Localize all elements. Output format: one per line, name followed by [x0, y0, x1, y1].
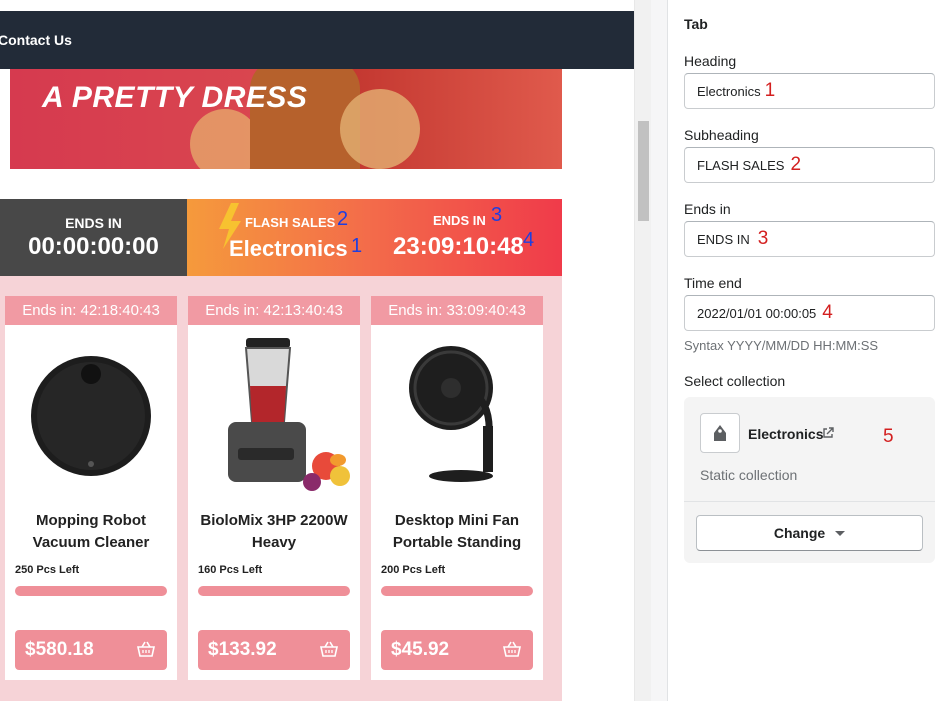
product-title: BioloMix 3HP 2200W Heavy — [200, 512, 348, 551]
settings-panel: Tab Heading Electronics 1 Subheading FLA… — [668, 0, 951, 701]
panel-title: Tab — [684, 16, 708, 32]
product-card[interactable]: Ends in: 42:13:40:43 BioloMix 3HP 2200W … — [188, 296, 360, 680]
tab-countdown: 00:00:00:00 — [28, 232, 159, 260]
ends-in-field[interactable]: ENDS IN 3 — [684, 221, 935, 257]
select-collection-label: Select collection — [684, 373, 786, 389]
annotation-3: 3 — [757, 228, 769, 249]
product-ends-in: Ends in: 33:09:40:43 — [371, 296, 543, 325]
product-ends-in: Ends in: 42:18:40:43 — [5, 296, 177, 325]
product-price: $580.18 — [25, 639, 94, 660]
fan-image — [409, 346, 493, 482]
annotation-1: 1 — [764, 80, 776, 101]
product-stock: 250 Pcs Left — [15, 564, 80, 576]
tab-active-countdown[interactable]: ENDS IN 3 23:09:10:48 4 — [371, 199, 562, 276]
navbar: Contact Us — [0, 11, 634, 69]
stock-progress-bar — [15, 586, 167, 596]
annotation-2: 2 — [790, 154, 802, 175]
time-end-field[interactable]: 2022/01/01 00:00:05 4 — [684, 295, 935, 331]
product-card[interactable]: Ends in: 42:18:40:43 Mopping Robot Vacuu… — [5, 296, 177, 680]
collection-card: Electronics 5 Static collection Change — [684, 397, 935, 563]
product-price: $133.92 — [208, 639, 277, 660]
annotation-4: 4 — [523, 229, 535, 251]
annotation-5: 5 — [883, 426, 894, 447]
collection-name-link[interactable]: Electronics — [748, 426, 823, 442]
change-collection-button[interactable]: Change — [696, 515, 923, 551]
product-title: Mopping Robot Vacuum Cleaner — [32, 512, 150, 551]
external-link-icon[interactable] — [822, 427, 834, 439]
collection-thumbnail — [700, 413, 740, 453]
subheading-value: FLASH SALES — [697, 157, 785, 173]
product-price: $45.92 — [391, 639, 450, 660]
time-end-label: Time end — [684, 275, 742, 291]
scrollbar-thumb[interactable] — [638, 121, 649, 221]
change-button-label: Change — [773, 525, 826, 541]
tab-countdown: 23:09:10:48 — [393, 233, 524, 260]
stock-progress-bar — [381, 586, 533, 596]
tab-inactive[interactable]: ENDS IN 00:00:00:00 — [0, 199, 187, 276]
collection-type: Static collection — [700, 467, 798, 483]
stock-progress-bar — [198, 586, 350, 596]
divider — [684, 501, 935, 502]
flash-sale-tabs: ENDS IN 00:00:00:00 FLASH SALES 2 Electr… — [0, 199, 562, 276]
tag-icon — [714, 425, 726, 441]
time-end-value: 2022/01/01 00:00:05 — [697, 305, 817, 321]
product-price-button[interactable]: $580.18 — [15, 630, 167, 670]
caret-down-icon — [835, 530, 846, 536]
nav-link-contact-us[interactable]: Contact Us — [0, 32, 72, 48]
banner-decoration — [340, 89, 420, 169]
heading-label: Heading — [684, 53, 737, 69]
ends-in-value: ENDS IN — [697, 231, 750, 247]
preview-scrollbar[interactable] — [634, 0, 651, 701]
time-end-help: Syntax YYYY/MM/DD HH:MM:SS — [684, 338, 879, 353]
annotation-1: 1 — [351, 235, 363, 257]
robot-vacuum-image — [31, 356, 151, 476]
subheading-field[interactable]: FLASH SALES 2 — [684, 147, 935, 183]
banner-title: A PRETTY DRESS — [42, 81, 308, 114]
product-ends-in: Ends in: 42:13:40:43 — [188, 296, 360, 325]
heading-field[interactable]: Electronics 1 — [684, 73, 935, 109]
product-stock: 200 Pcs Left — [381, 564, 446, 576]
hero-banner[interactable]: A PRETTY DRESS — [10, 69, 562, 169]
heading-value: Electronics — [697, 83, 761, 99]
product-price-button[interactable]: $133.92 — [198, 630, 350, 670]
basket-icon — [320, 641, 338, 657]
tab-active-heading[interactable]: FLASH SALES 2 Electronics 1 — [187, 199, 371, 276]
product-card[interactable]: Ends in: 33:09:40:43 Desktop Mini Fan Po… — [371, 296, 543, 680]
subheading-label: Subheading — [684, 127, 759, 143]
tab-heading: Electronics — [229, 236, 348, 261]
annotation-2: 2 — [337, 208, 349, 230]
ends-in-label: Ends in — [684, 201, 731, 217]
tab-ends-label: ENDS IN — [433, 213, 486, 228]
product-stock: 160 Pcs Left — [198, 564, 263, 576]
product-price-button[interactable]: $45.92 — [381, 630, 533, 670]
storefront-preview: Contact Us A PRETTY DRESS ENDS IN 00:00:… — [0, 0, 634, 701]
blender-image — [228, 338, 350, 491]
panel-divider — [651, 0, 668, 701]
tab-ends-label: ENDS IN — [65, 214, 122, 231]
tab-subheading: FLASH SALES — [245, 215, 336, 230]
basket-icon — [503, 641, 521, 657]
basket-icon — [137, 641, 155, 657]
product-title: Desktop Mini Fan Portable Standing — [392, 512, 522, 551]
product-grid: 5 Ends in: 42:18:40:43 Mopping Robot Vac… — [0, 276, 562, 701]
app-root: Contact Us A PRETTY DRESS ENDS IN 00:00:… — [0, 0, 951, 701]
annotation-4: 4 — [822, 302, 833, 323]
annotation-3: 3 — [491, 204, 503, 226]
